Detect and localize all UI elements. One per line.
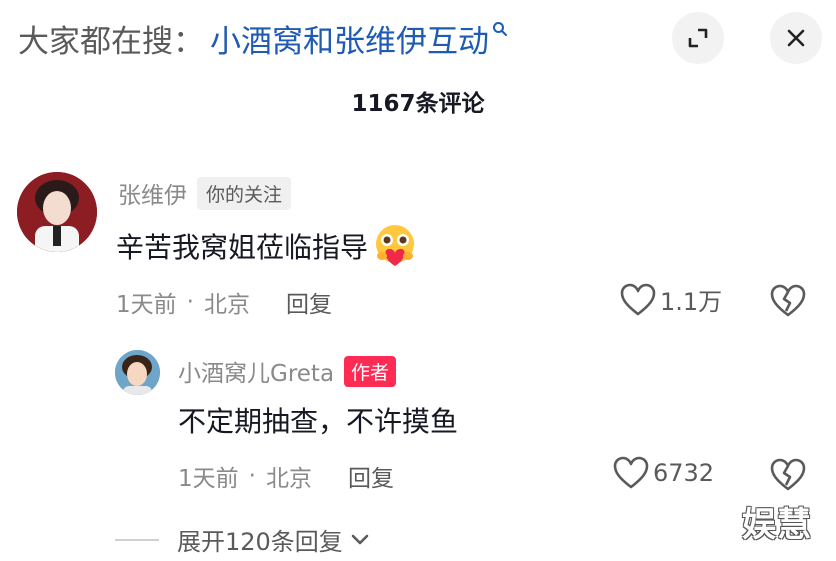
expand-replies-button[interactable]: 展开120条回复 [115, 522, 371, 557]
like-button[interactable]: 1.1万 [620, 282, 722, 317]
meta-separator: · [248, 463, 256, 489]
chevron-down-icon [351, 534, 369, 544]
comment-time: 1天前 [116, 292, 177, 318]
reply-username[interactable]: 小酒窝儿Greta 作者 [178, 354, 397, 388]
avatar[interactable] [17, 172, 97, 252]
like-button[interactable]: 6732 [613, 456, 714, 490]
comment-username[interactable]: 张维伊 你的关注 [118, 176, 292, 210]
username-text[interactable]: 张维伊 [118, 176, 187, 210]
reply-meta: 1天前 · 北京 回复 [178, 459, 394, 493]
reply-button[interactable]: 回复 [348, 459, 394, 493]
broken-heart-icon[interactable] [770, 284, 806, 318]
heart-hug-emoji [376, 225, 415, 266]
close-button[interactable] [770, 12, 822, 64]
following-badge: 你的关注 [197, 176, 292, 210]
reply-time: 1天前 [178, 466, 239, 492]
expand-icon [688, 28, 708, 48]
comment-meta: 1天前 · 北京 回复 [116, 285, 332, 319]
watermark: 娱慧 [742, 505, 812, 545]
like-count: 6732 [653, 459, 715, 487]
reply-text: 不定期抽查，不许摸鱼 [178, 400, 458, 440]
author-badge: 作者 [344, 355, 397, 387]
comment-text: 辛苦我窝姐莅临指导 [116, 222, 420, 270]
comment-count: 1167条评论 [351, 91, 485, 117]
expand-button[interactable] [672, 12, 724, 64]
meta-separator: · [186, 289, 194, 315]
reply-body: 不定期抽查，不许摸鱼 [178, 405, 459, 438]
search-query-link[interactable]: 小酒窝和张维伊互动 [210, 16, 489, 61]
search-suggestion[interactable]: 大家都在搜： 小酒窝和张维伊互动 [18, 14, 508, 62]
avatar-image [115, 350, 160, 395]
search-icon [493, 22, 507, 36]
expand-replies-label[interactable]: 展开120条回复 [177, 522, 343, 557]
avatar-image [17, 172, 97, 252]
comment-body: 辛苦我窝姐莅临指导 [116, 231, 369, 264]
reply-button[interactable]: 回复 [286, 285, 332, 319]
comment-location: 北京 [203, 292, 250, 318]
search-prefix: 大家都在搜： [18, 23, 204, 60]
divider-line [115, 538, 159, 541]
broken-heart-icon[interactable] [770, 458, 806, 492]
username-text[interactable]: 小酒窝儿Greta [178, 354, 334, 388]
heart-icon [620, 283, 656, 315]
close-icon [787, 29, 805, 47]
like-count: 1.1万 [660, 288, 723, 316]
heart-icon [613, 456, 649, 489]
reply-location: 北京 [265, 466, 312, 492]
reply-avatar[interactable] [115, 350, 160, 395]
